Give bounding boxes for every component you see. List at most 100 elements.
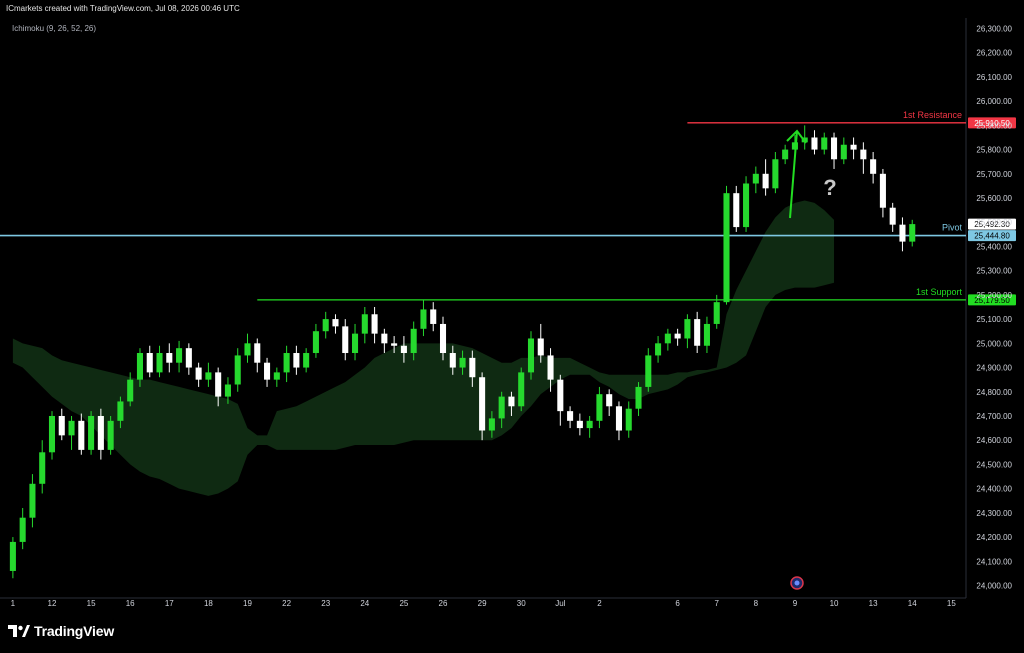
candle-bearish bbox=[762, 173, 769, 189]
candle-bullish bbox=[127, 379, 134, 402]
price-tick-label: 25,500.00 bbox=[976, 218, 1012, 227]
candle-bullish bbox=[527, 338, 535, 373]
candle-bullish bbox=[821, 137, 828, 150]
time-tick-label: 17 bbox=[165, 599, 174, 608]
price-tick-label: 25,300.00 bbox=[976, 267, 1012, 276]
price-tick-label: 24,900.00 bbox=[976, 364, 1012, 373]
annotations: ? bbox=[786, 129, 837, 590]
candle-bullish bbox=[19, 517, 26, 542]
question-mark: ? bbox=[823, 175, 836, 200]
candle-bearish bbox=[342, 326, 349, 354]
candle-bearish bbox=[264, 362, 271, 380]
candle-bullish bbox=[772, 159, 779, 189]
candle-bullish bbox=[410, 328, 417, 354]
price-tick-label: 24,700.00 bbox=[976, 412, 1012, 421]
candle-bullish bbox=[39, 452, 46, 484]
tradingview-logo[interactable]: TradingView bbox=[8, 623, 114, 639]
time-tick-label: 12 bbox=[48, 599, 57, 608]
price-tick-label: 25,000.00 bbox=[976, 339, 1012, 348]
candle-bearish bbox=[332, 319, 339, 327]
pivot-price-tag-text: 25,444.80 bbox=[974, 232, 1010, 241]
price-tick-label: 24,200.00 bbox=[976, 533, 1012, 542]
candle-bearish bbox=[850, 144, 857, 150]
price-tick-label: 26,100.00 bbox=[976, 73, 1012, 82]
candle-bullish bbox=[684, 319, 691, 339]
tradingview-logo-text: TradingView bbox=[34, 623, 115, 639]
candle-bearish bbox=[831, 137, 838, 160]
economic-event-icon-dot bbox=[794, 580, 800, 586]
price-tick-label: 25,100.00 bbox=[976, 315, 1012, 324]
price-tick-label: 25,600.00 bbox=[976, 194, 1012, 203]
candle-bullish bbox=[29, 483, 36, 518]
time-tick-label: 18 bbox=[204, 599, 213, 608]
candle-bearish bbox=[400, 345, 407, 354]
candle-bullish bbox=[244, 343, 251, 356]
time-tick-label: 6 bbox=[675, 599, 680, 608]
time-tick-label: 29 bbox=[478, 599, 487, 608]
candle-bullish bbox=[596, 394, 603, 421]
time-tick-label: Jul bbox=[555, 599, 565, 608]
candle-bullish bbox=[224, 384, 231, 397]
candle-bearish bbox=[606, 394, 613, 407]
candle-bearish bbox=[860, 149, 867, 160]
candle-bullish bbox=[136, 353, 143, 380]
candle-bullish bbox=[635, 386, 642, 409]
price-tick-label: 25,200.00 bbox=[976, 291, 1012, 300]
candle-bearish bbox=[391, 343, 398, 346]
candle-bearish bbox=[78, 420, 85, 450]
candle-bullish bbox=[273, 372, 280, 380]
candle-bearish bbox=[254, 343, 261, 363]
price-tick-label: 25,800.00 bbox=[976, 146, 1012, 155]
time-tick-label: 25 bbox=[399, 599, 408, 608]
candle-bullish bbox=[48, 415, 56, 453]
candle-bearish bbox=[567, 411, 574, 421]
time-tick-label: 23 bbox=[321, 599, 330, 608]
time-tick-label: 8 bbox=[754, 599, 759, 608]
candle-bullish bbox=[352, 333, 359, 354]
candle-bearish bbox=[469, 357, 476, 378]
time-tick-label: 2 bbox=[597, 599, 602, 608]
time-tick-label: 7 bbox=[714, 599, 719, 608]
tradingview-logo-icon bbox=[8, 625, 30, 637]
candle-bullish bbox=[625, 408, 632, 431]
candle-bullish bbox=[312, 331, 319, 354]
candle-bullish bbox=[713, 302, 720, 324]
time-tick-label: 1 bbox=[11, 599, 16, 608]
candle-bearish bbox=[615, 406, 622, 431]
candle-bearish bbox=[439, 323, 447, 354]
candle-bearish bbox=[811, 137, 818, 150]
candle-bearish bbox=[146, 353, 153, 373]
candle-bullish bbox=[909, 224, 916, 242]
time-tick-label: 24 bbox=[360, 599, 369, 608]
candle-bullish bbox=[176, 348, 183, 363]
price-chart[interactable]: 1st Resistance25,910.50Pivot25,444.801st… bbox=[0, 0, 1024, 653]
candle-bullish bbox=[645, 355, 652, 387]
candle-bearish bbox=[899, 224, 906, 242]
price-tick-label: 26,000.00 bbox=[976, 97, 1012, 106]
price-tick-label: 26,200.00 bbox=[976, 49, 1012, 58]
candle-bearish bbox=[694, 319, 701, 346]
candle-bullish bbox=[723, 193, 730, 303]
price-tick-label: 24,600.00 bbox=[976, 436, 1012, 445]
candle-bullish bbox=[498, 396, 505, 419]
candle-bearish bbox=[381, 333, 388, 344]
candle-bullish bbox=[703, 323, 710, 346]
level-lines: 1st Resistance25,910.50Pivot25,444.801st… bbox=[0, 110, 1016, 306]
resistance-label: 1st Resistance bbox=[903, 110, 962, 120]
time-tick-label: 30 bbox=[517, 599, 526, 608]
candle-bearish bbox=[195, 367, 202, 380]
time-tick-label: 26 bbox=[439, 599, 448, 608]
candle-bearish bbox=[215, 372, 222, 397]
chart-grid bbox=[0, 18, 967, 599]
time-tick-label: 9 bbox=[793, 599, 798, 608]
time-tick-label: 22 bbox=[282, 599, 291, 608]
price-tick-label: 25,900.00 bbox=[976, 121, 1012, 130]
price-tick-label: 24,000.00 bbox=[976, 582, 1012, 591]
candle-bearish bbox=[576, 420, 583, 429]
price-tick-label: 24,300.00 bbox=[976, 509, 1012, 518]
candle-bullish bbox=[586, 420, 593, 429]
time-axis: 1 12 15 16 17 18 19 22 23 24 25 26 29 30 Jul 2 6 7 8 9 10 13 1… bbox=[11, 599, 957, 608]
time-tick-label: 13 bbox=[869, 599, 878, 608]
time-tick-label: 15 bbox=[87, 599, 96, 608]
candle-bearish bbox=[166, 353, 173, 363]
